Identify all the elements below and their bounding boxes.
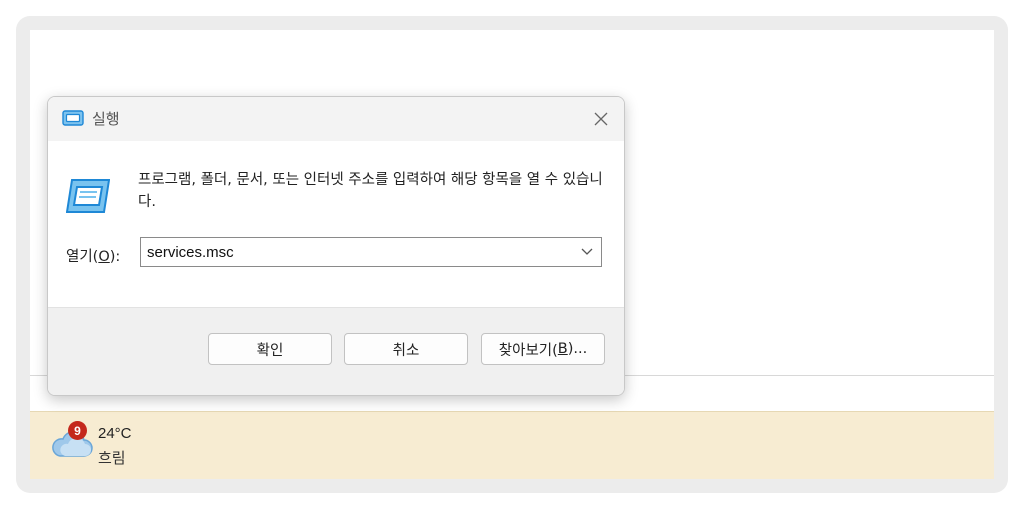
open-accelerator-key: O (98, 249, 110, 265)
taskbar: 9 24°C 흐림 (30, 411, 994, 479)
weather-condition: 흐림 (98, 449, 126, 467)
weather-temperature: 24°C (98, 425, 132, 442)
close-icon (594, 112, 608, 126)
run-dialog: 실행 프로그램, 폴더, 문서, 또는 인터넷 주소를 입력하여 해당 항목을 … (47, 96, 625, 396)
cancel-button[interactable]: 취소 (344, 333, 468, 365)
dropdown-button[interactable] (573, 238, 601, 266)
dialog-footer: 확인 취소 찾아보기(B)... (48, 307, 624, 395)
notification-badge: 9 (68, 421, 87, 440)
ok-button[interactable]: 확인 (208, 333, 332, 365)
close-button[interactable] (578, 97, 624, 141)
browse-button[interactable]: 찾아보기(B)... (481, 333, 605, 365)
dialog-title: 실행 (92, 110, 120, 128)
dialog-instructions: 프로그램, 폴더, 문서, 또는 인터넷 주소를 입력하여 해당 항목을 열 수… (138, 172, 603, 210)
open-input[interactable] (141, 238, 571, 266)
dialog-content: 프로그램, 폴더, 문서, 또는 인터넷 주소를 입력하여 해당 항목을 열 수… (48, 141, 624, 307)
chevron-down-icon (581, 248, 593, 255)
dialog-titlebar[interactable]: 실행 (48, 97, 624, 141)
browse-accelerator-key: B (557, 341, 568, 357)
open-combobox[interactable] (140, 237, 602, 267)
run-window-icon (62, 110, 84, 126)
open-label: 열기(O): (66, 249, 121, 265)
run-window-icon (66, 179, 110, 213)
